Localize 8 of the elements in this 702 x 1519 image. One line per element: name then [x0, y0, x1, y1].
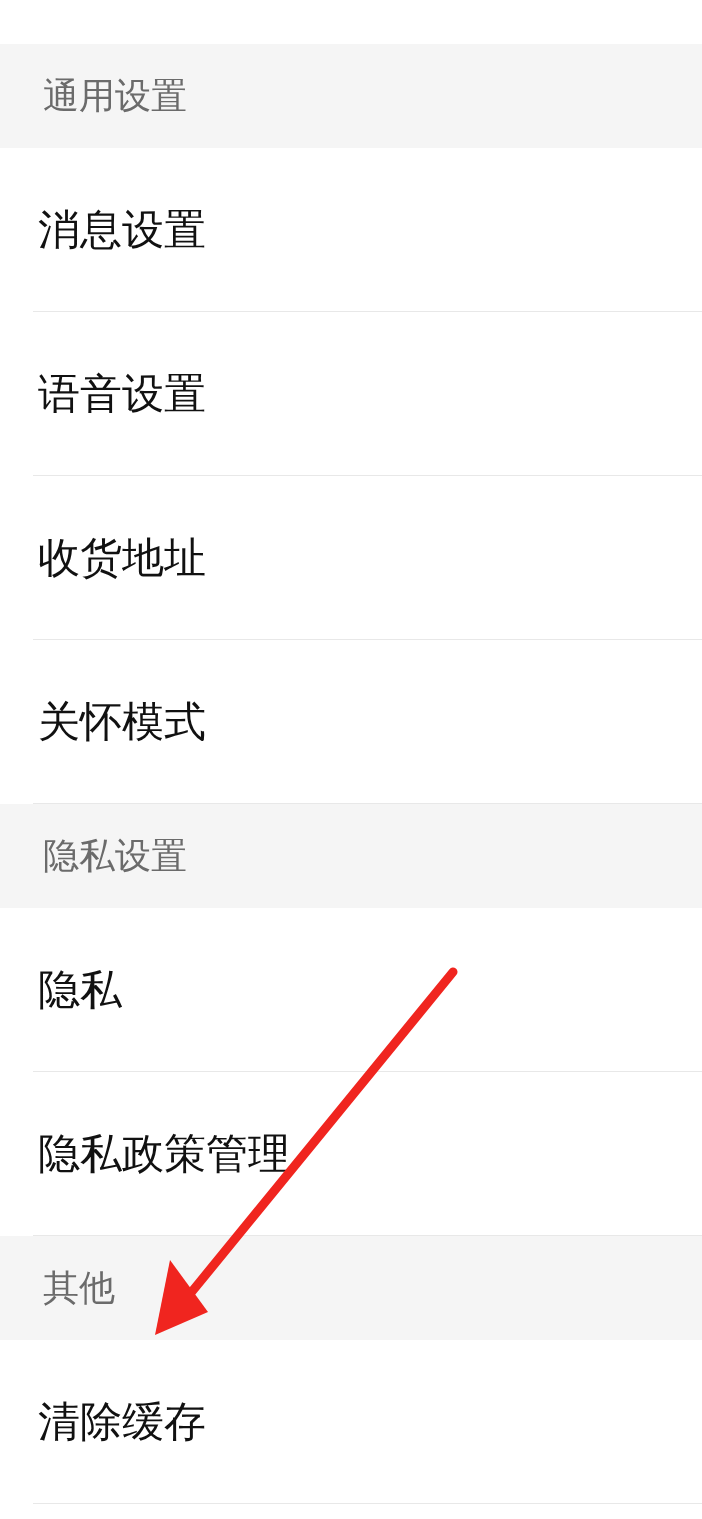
settings-item[interactable]: 消息设置 — [33, 148, 702, 312]
settings-item[interactable]: 清除缓存 — [33, 1340, 702, 1504]
settings-item[interactable]: 语音设置 — [33, 312, 702, 476]
section-title: 其他 — [43, 1265, 115, 1310]
section-title: 隐私设置 — [43, 833, 187, 878]
settings-item[interactable]: 隐私 — [33, 908, 702, 1072]
settings-item[interactable]: 收货地址 — [33, 476, 702, 640]
section-title: 通用设置 — [43, 73, 187, 118]
